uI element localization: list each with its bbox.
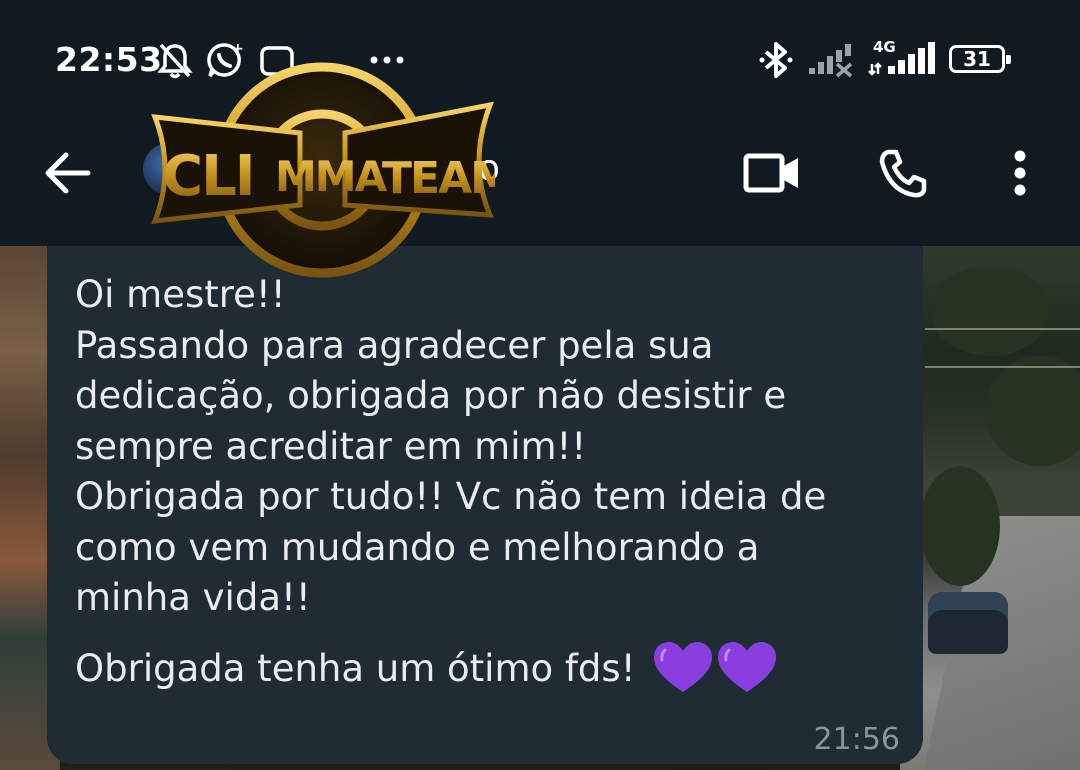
status-time: 22:53 — [55, 40, 163, 79]
climma-team-logo: CLI MMA TEAM — [150, 45, 514, 295]
battery-indicator: 31 — [949, 45, 1011, 73]
wallpaper-car — [928, 592, 1008, 654]
svg-text:MMA: MMA — [275, 152, 388, 201]
purple-heart-icon — [652, 640, 778, 696]
wallpaper-tree — [920, 466, 1000, 586]
phone-icon[interactable] — [870, 140, 936, 206]
message-timestamp: 21:56 — [813, 722, 900, 757]
signal-off-icon — [807, 40, 859, 80]
message-last-line-text: Obrigada tenha um ótimo fds! — [75, 646, 636, 690]
message-last-line: Obrigada tenha um ótimo fds! — [75, 640, 778, 696]
message-text: Oi mestre!! Passando para agradecer pela… — [75, 273, 827, 619]
more-vert-icon[interactable] — [1000, 142, 1040, 204]
svg-text:CLI: CLI — [162, 144, 254, 209]
wallpaper-wire — [925, 366, 1080, 368]
signal-icon — [868, 40, 938, 80]
wallpaper-tree — [930, 266, 1050, 356]
svg-text:TEAM: TEAM — [382, 153, 495, 204]
bluetooth-icon — [759, 40, 793, 80]
arrow-back-icon[interactable] — [36, 142, 98, 204]
wallpaper-wire — [925, 328, 1080, 330]
video-call-icon[interactable] — [736, 143, 808, 203]
